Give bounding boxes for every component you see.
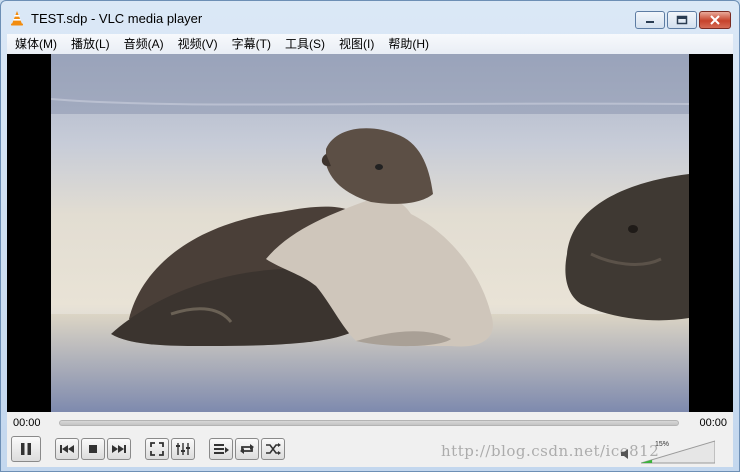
seek-slider[interactable]: [59, 420, 679, 426]
pause-button[interactable]: [11, 436, 41, 462]
maximize-button[interactable]: [667, 11, 697, 29]
menu-playback[interactable]: 播放(L): [65, 34, 116, 54]
elapsed-time: 00:00: [13, 417, 41, 429]
menu-bar: 媒体(M) 播放(L) 音频(A) 视频(V) 字幕(T) 工具(S) 视图(I…: [7, 34, 733, 54]
close-button[interactable]: [699, 11, 731, 29]
loop-button[interactable]: [235, 438, 259, 460]
fullscreen-icon: [150, 442, 164, 456]
menu-media[interactable]: 媒体(M): [9, 34, 63, 54]
previous-icon: [60, 445, 74, 453]
minimize-button[interactable]: [635, 11, 665, 29]
minimize-icon: [646, 21, 654, 23]
close-icon: [710, 15, 720, 25]
volume-percent: 15%: [655, 441, 670, 448]
menu-view[interactable]: 视图(I): [333, 34, 380, 54]
playlist-button[interactable]: [209, 438, 233, 460]
video-area[interactable]: [7, 54, 733, 412]
volume-icon[interactable]: [619, 447, 633, 461]
menu-help[interactable]: 帮助(H): [382, 34, 435, 54]
previous-button[interactable]: [55, 438, 79, 460]
control-panel: 00:00 00:00 http://blog.csdn.net/ice812 …: [7, 412, 733, 467]
menu-audio[interactable]: 音频(A): [118, 34, 170, 54]
shuffle-icon: [266, 443, 281, 455]
menu-video[interactable]: 视频(V): [172, 34, 224, 54]
next-button[interactable]: [107, 438, 131, 460]
stop-button[interactable]: [81, 438, 105, 460]
title-bar[interactable]: TEST.sdp - VLC media player: [1, 1, 739, 35]
menu-subtitle[interactable]: 字幕(T): [226, 34, 277, 54]
maximize-icon: [676, 15, 688, 25]
video-frame: [51, 54, 689, 412]
menu-tools[interactable]: 工具(S): [279, 34, 331, 54]
extended-settings-button[interactable]: [171, 438, 195, 460]
equalizer-icon: [176, 443, 190, 455]
shuffle-button[interactable]: [261, 438, 285, 460]
caption-buttons: [635, 11, 731, 29]
loop-icon: [240, 444, 254, 454]
stop-icon: [89, 445, 97, 453]
fullscreen-button[interactable]: [145, 438, 169, 460]
next-icon: [112, 445, 126, 453]
playlist-icon: [214, 444, 229, 454]
window-title: TEST.sdp - VLC media player: [31, 11, 203, 26]
pause-icon: [21, 443, 31, 455]
total-time: 00:00: [699, 417, 727, 429]
vlc-window: TEST.sdp - VLC media player 媒体(M) 播放(L) …: [0, 0, 740, 472]
volume-slider[interactable]: [641, 440, 715, 464]
vlc-cone-icon: [9, 10, 25, 26]
